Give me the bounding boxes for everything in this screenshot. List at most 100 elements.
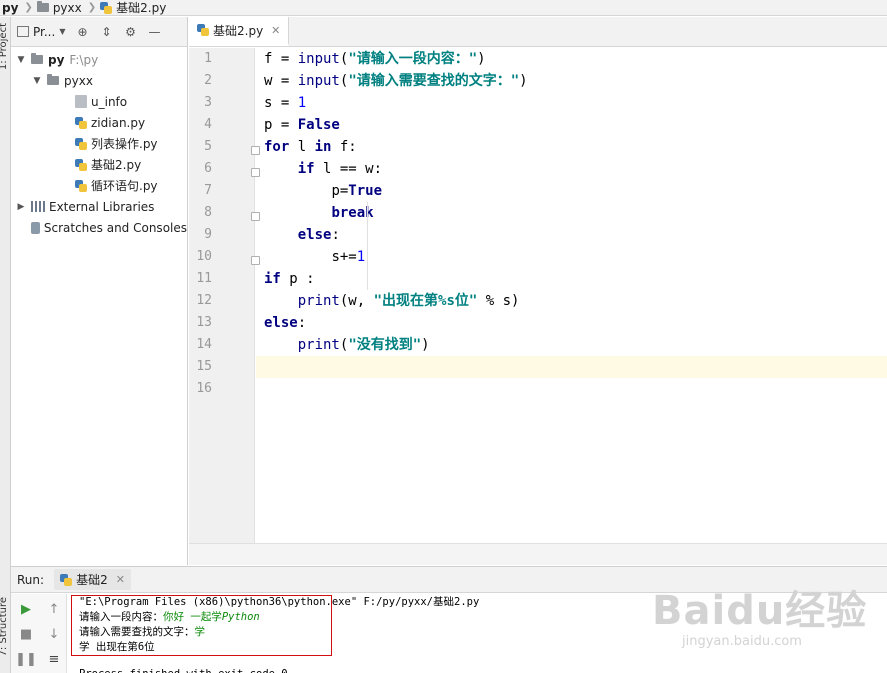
close-icon[interactable]: ✕ <box>271 24 280 37</box>
text-file-icon <box>75 95 87 108</box>
folder-icon <box>31 53 43 64</box>
code-line-8: break <box>331 205 374 221</box>
soft-wrap-icon[interactable]: ≡ <box>45 650 63 668</box>
run-label: Run: <box>17 572 45 587</box>
tree-item-label: zidian.py <box>91 115 146 130</box>
close-icon[interactable]: ✕ <box>116 573 125 586</box>
line-number: 5 <box>204 139 212 154</box>
code-line-9: else: <box>297 227 340 243</box>
line-number: 4 <box>204 117 212 132</box>
python-file-icon <box>75 158 87 171</box>
tree-item-pyxx[interactable]: ▼ pyxx <box>11 70 187 91</box>
tree-item-external-libraries[interactable]: ▶ External Libraries <box>11 196 187 217</box>
line-number: 9 <box>204 227 212 242</box>
line-number: 11 <box>196 271 212 286</box>
code-line-1: f = input("请输入一段内容：") <box>264 51 486 67</box>
project-panel-toolbar: Pr... ▼ ⊕ ⇕ ⚙ — <box>11 17 187 47</box>
stop-icon[interactable]: ■ <box>17 625 35 643</box>
tree-item-label: Scratches and Consoles <box>43 220 187 235</box>
left-tool-stripe: 1: Project 7: Structure <box>0 17 11 673</box>
tree-item-py[interactable]: ▼ py F:\py <box>11 49 187 70</box>
tree-item-label: 列表操作.py <box>91 137 158 151</box>
expanded-arrow-icon[interactable]: ▼ <box>15 55 27 65</box>
code-line-10: s+=1 <box>331 249 366 265</box>
breadcrumb-item-pyxx[interactable]: ❯ pyxx <box>24 1 81 15</box>
highlight-box <box>71 595 332 656</box>
python-file-icon <box>197 24 209 36</box>
code-line-6: if l == w: <box>297 161 383 177</box>
chevron-right-icon: ❯ <box>24 2 33 13</box>
line-number: 13 <box>196 315 212 330</box>
line-number: 16 <box>196 381 212 396</box>
structure-tool-tab[interactable]: 7: Structure <box>0 597 9 656</box>
tree-item-label: 基础2.py <box>91 158 142 172</box>
gear-icon[interactable]: ⚙ <box>123 25 137 39</box>
locate-icon[interactable]: ⊕ <box>75 25 89 39</box>
line-number-gutter: 1 2 3 4 5 6 7 8 9 10 11 12 13 14 15 16 <box>189 48 255 543</box>
line-number: 12 <box>196 293 212 308</box>
project-tool-tab[interactable]: 1: Project <box>0 23 9 70</box>
collapse-all-icon[interactable]: ⇕ <box>99 25 113 39</box>
python-file-icon <box>60 573 73 586</box>
indent-guide <box>367 202 368 290</box>
code-line-3: s = 1 <box>264 95 307 111</box>
tree-item-u-info[interactable]: u_info <box>11 91 187 112</box>
arrow-down-icon[interactable]: ↓ <box>45 625 63 643</box>
line-number: 7 <box>204 183 212 198</box>
editor-tab-label: 基础2.py <box>213 23 264 38</box>
breadcrumb-label: pyxx <box>52 0 82 15</box>
folder-icon <box>36 1 49 12</box>
folder-icon <box>47 74 59 85</box>
console-output[interactable]: "E:\Program Files (x86)\python36\python.… <box>71 595 887 673</box>
tree-item-zidian[interactable]: zidian.py <box>11 112 187 133</box>
expanded-arrow-icon[interactable]: ▼ <box>31 76 43 86</box>
scratches-icon <box>31 221 40 234</box>
python-file-icon <box>75 179 87 192</box>
project-panel: Pr... ▼ ⊕ ⇕ ⚙ — ▼ py F:\py ▼ pyxx u_info… <box>11 17 188 565</box>
project-view-icon <box>17 26 29 37</box>
run-toolbar: ▶ ↑ ■ ↓ ❚❚ ≡ <box>11 594 67 673</box>
rerun-icon[interactable]: ▶ <box>17 600 35 618</box>
tree-item-label: u_info <box>91 94 128 109</box>
pause-icon[interactable]: ❚❚ <box>15 650 37 668</box>
breadcrumb-item-py[interactable]: py <box>2 1 18 15</box>
tree-item-scratches[interactable]: Scratches and Consoles <box>11 217 187 238</box>
horizontal-scrollbar[interactable] <box>189 543 887 565</box>
editor-tab-basics2[interactable]: 基础2.py ✕ <box>189 17 290 46</box>
arrow-up-icon[interactable]: ↑ <box>45 600 63 618</box>
navigation-breadcrumb: py ❯ pyxx ❯ 基础2.py <box>0 0 887 16</box>
line-number: 15 <box>196 359 212 374</box>
editor-tab-bar: 基础2.py ✕ <box>189 17 887 47</box>
tree-item-path: F:\py <box>69 52 99 67</box>
code-line-12: print(w, "出现在第%s位" % s) <box>297 293 520 309</box>
breadcrumb-item-file[interactable]: ❯ 基础2.py <box>88 0 167 16</box>
python-file-icon <box>100 1 113 14</box>
line-number: 1 <box>204 51 212 66</box>
code-content[interactable]: f = input("请输入一段内容：") w = input("请输入需要查找… <box>256 48 887 543</box>
code-line-13: else: <box>264 315 307 331</box>
code-line-4: p = False <box>264 117 340 133</box>
tree-item-label: py <box>48 52 65 67</box>
breadcrumb-label: 基础2.py <box>116 1 167 15</box>
line-number: 14 <box>196 337 212 352</box>
run-tab-basics2[interactable]: 基础2 ✕ <box>54 569 131 590</box>
tree-item-list-ops[interactable]: 列表操作.py <box>11 133 187 154</box>
code-line-7: p=True <box>331 183 383 199</box>
dropdown-arrow-icon: ▼ <box>59 27 66 36</box>
run-panel-header: Run: 基础2 ✕ <box>11 567 887 593</box>
tree-item-basics2[interactable]: 基础2.py <box>11 154 187 175</box>
code-line-2: w = input("请输入需要查找的文字：") <box>264 73 528 89</box>
python-file-icon <box>75 116 87 129</box>
line-number: 8 <box>204 205 212 220</box>
line-number: 2 <box>204 73 212 88</box>
collapsed-arrow-icon[interactable]: ▶ <box>15 202 27 212</box>
tree-item-label: pyxx <box>64 73 93 88</box>
tree-item-label: 循环语句.py <box>91 179 158 193</box>
code-line-14: print("没有找到") <box>297 337 430 353</box>
tree-item-loops[interactable]: 循环语句.py <box>11 175 187 196</box>
project-view-dropdown[interactable]: Pr... ▼ <box>17 25 65 39</box>
breadcrumb-label: py <box>2 0 19 15</box>
run-panel: Run: 基础2 ✕ ▶ ↑ ■ ↓ ❚❚ ≡ "E:\Program File… <box>11 566 887 673</box>
minimize-icon[interactable]: — <box>147 25 161 39</box>
